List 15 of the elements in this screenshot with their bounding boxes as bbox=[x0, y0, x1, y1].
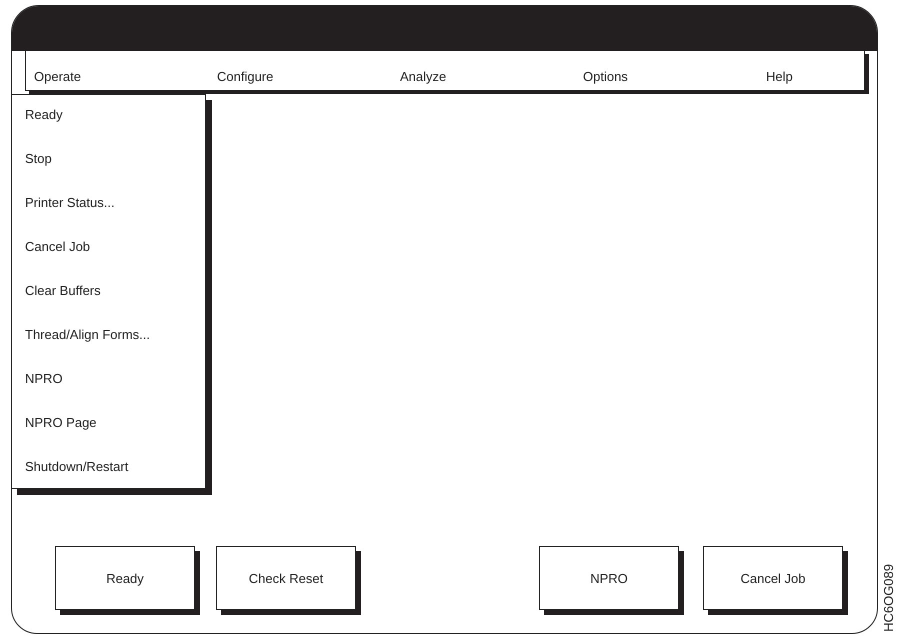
menu-option[interactable]: Clear Buffers bbox=[25, 283, 101, 327]
figure-id: HC6OG089 bbox=[880, 564, 896, 632]
menu-item[interactable]: Options bbox=[583, 69, 766, 84]
menu-item[interactable]: Help bbox=[766, 69, 793, 84]
menu-option[interactable]: Printer Status... bbox=[25, 195, 115, 239]
menu-item[interactable]: Operate bbox=[34, 69, 217, 84]
menu-option[interactable]: Shutdown/Restart bbox=[25, 459, 128, 474]
menu-option[interactable]: Thread/Align Forms... bbox=[25, 327, 150, 371]
menu-option[interactable]: Ready bbox=[25, 107, 63, 151]
menu-option[interactable]: NPRO bbox=[25, 371, 63, 415]
menu-item[interactable]: Analyze bbox=[400, 69, 583, 84]
menu-option[interactable]: Cancel Job bbox=[25, 239, 90, 283]
menu-item[interactable]: Configure bbox=[217, 69, 400, 84]
menu-option[interactable]: NPRO Page bbox=[25, 415, 97, 459]
menu-option[interactable]: Stop bbox=[25, 151, 52, 195]
